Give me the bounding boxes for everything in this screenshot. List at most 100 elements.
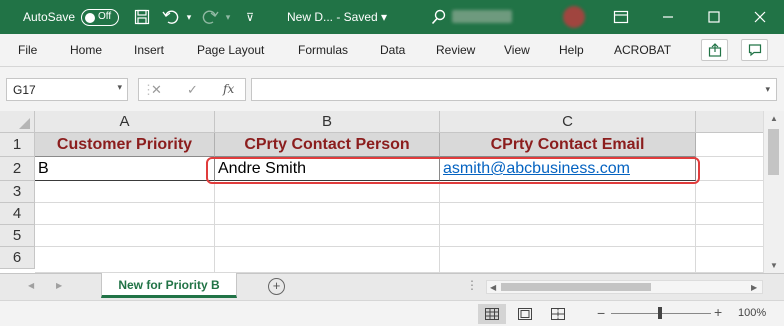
- cell-d2[interactable]: [696, 157, 763, 181]
- name-box[interactable]: G17 ▾: [6, 78, 128, 101]
- cell-a3[interactable]: [35, 181, 215, 203]
- row-header-3[interactable]: 3: [0, 181, 35, 203]
- cell-a6[interactable]: [35, 247, 215, 273]
- prev-sheet-icon[interactable]: ◀: [28, 281, 34, 290]
- avatar[interactable]: [563, 6, 585, 28]
- horizontal-scrollbar[interactable]: ◀ ▶: [486, 280, 763, 294]
- insert-function-icon[interactable]: fx: [223, 82, 234, 96]
- ribbon-tabs: File Home Insert Page Layout Formulas Da…: [0, 34, 784, 67]
- scroll-down-icon[interactable]: ▼: [770, 261, 778, 270]
- save-icon[interactable]: [133, 8, 151, 26]
- tab-home[interactable]: Home: [70, 43, 102, 57]
- email-link[interactable]: asmith@abcbusiness.com: [443, 160, 630, 177]
- tab-formulas[interactable]: Formulas: [298, 43, 348, 57]
- cell-d1[interactable]: [696, 133, 763, 157]
- cell-b1[interactable]: CPrty Contact Person: [215, 133, 440, 157]
- next-sheet-icon[interactable]: ▶: [56, 281, 62, 290]
- select-all-corner[interactable]: [0, 111, 35, 133]
- cell-c2[interactable]: asmith@abcbusiness.com: [440, 157, 696, 181]
- redo-dropdown-icon[interactable]: ▾: [219, 8, 237, 26]
- page-break-view-button[interactable]: [544, 304, 572, 324]
- search-icon[interactable]: [430, 8, 448, 26]
- tab-help[interactable]: Help: [559, 43, 584, 57]
- zoom-level[interactable]: 100%: [738, 307, 766, 319]
- enter-icon[interactable]: ✓: [187, 82, 198, 98]
- formula-buttons: ⋮ ✕ ✓ fx: [138, 78, 246, 101]
- status-bar: − + 100%: [0, 300, 784, 326]
- tab-acrobat[interactable]: ACROBAT: [614, 43, 671, 57]
- cell-b3[interactable]: [215, 181, 440, 203]
- row-header-4[interactable]: 4: [0, 203, 35, 225]
- document-title[interactable]: New D... - Saved ▾: [287, 10, 387, 24]
- row-header-5[interactable]: 5: [0, 225, 35, 247]
- scroll-up-icon[interactable]: ▲: [770, 114, 778, 123]
- cell-d3[interactable]: [696, 181, 763, 203]
- zoom-in-button[interactable]: +: [714, 304, 722, 320]
- ribbon-display-icon[interactable]: [612, 8, 630, 26]
- name-box-dropdown-icon[interactable]: ▾: [117, 82, 122, 93]
- vertical-scrollbar[interactable]: ▲ ▼: [763, 111, 784, 273]
- undo-icon[interactable]: [162, 8, 180, 26]
- cell-b4[interactable]: [215, 203, 440, 225]
- cell-a5[interactable]: [35, 225, 215, 247]
- undo-dropdown-icon[interactable]: ▾: [180, 8, 198, 26]
- cell-b2[interactable]: Andre Smith: [215, 157, 440, 181]
- tab-view[interactable]: View: [504, 43, 530, 57]
- cell-c4[interactable]: [440, 203, 696, 225]
- tab-insert[interactable]: Insert: [134, 43, 164, 57]
- cell-b5[interactable]: [215, 225, 440, 247]
- autosave-toggle[interactable]: Off: [81, 9, 119, 26]
- column-header-a[interactable]: A: [35, 111, 215, 133]
- name-box-value: G17: [13, 83, 36, 97]
- cancel-icon[interactable]: ✕: [151, 82, 162, 98]
- cell-c3[interactable]: [440, 181, 696, 203]
- cell-a4[interactable]: [35, 203, 215, 225]
- toggle-knob: [85, 12, 95, 23]
- formula-input[interactable]: ▾: [251, 78, 777, 101]
- cell-c6[interactable]: [440, 247, 696, 273]
- vertical-scroll-thumb[interactable]: [768, 129, 779, 175]
- title-bar: AutoSave Off ▾ ▾ ⊽ New D... - Saved ▾: [0, 0, 784, 34]
- worksheet-grid[interactable]: A B C 1 2 3 4 5 6 Customer Priority CPrt…: [0, 111, 763, 273]
- tab-file[interactable]: File: [18, 43, 37, 57]
- cell-a1[interactable]: Customer Priority: [35, 133, 215, 157]
- column-header-b[interactable]: B: [215, 111, 440, 133]
- tab-data[interactable]: Data: [380, 43, 405, 57]
- page-layout-view-button[interactable]: [511, 304, 539, 324]
- tab-split-handle-icon[interactable]: ⋮: [466, 278, 478, 292]
- title-dropdown-icon: ▾: [381, 10, 388, 24]
- cell-b6[interactable]: [215, 247, 440, 273]
- horizontal-scroll-thumb[interactable]: [501, 283, 651, 291]
- zoom-slider-knob[interactable]: [658, 307, 662, 319]
- maximize-button[interactable]: [691, 0, 737, 34]
- close-button[interactable]: [737, 0, 783, 34]
- zoom-out-button[interactable]: −: [597, 305, 605, 321]
- column-header-c[interactable]: C: [440, 111, 696, 133]
- cell-c5[interactable]: [440, 225, 696, 247]
- row-header-2[interactable]: 2: [0, 157, 35, 181]
- row-header-6[interactable]: 6: [0, 247, 35, 269]
- tab-page-layout[interactable]: Page Layout: [197, 43, 264, 57]
- minimize-button[interactable]: [645, 0, 691, 34]
- share-button[interactable]: [701, 39, 728, 61]
- customize-toolbar-icon[interactable]: ⊽: [241, 8, 259, 26]
- tab-review[interactable]: Review: [436, 43, 475, 57]
- user-name-blurred: [452, 10, 512, 23]
- redo-icon[interactable]: [201, 8, 219, 26]
- cell-d5[interactable]: [696, 225, 763, 247]
- row-header-1[interactable]: 1: [0, 133, 35, 157]
- cell-c1[interactable]: CPrty Contact Email: [440, 133, 696, 157]
- cell-a2[interactable]: B: [35, 157, 215, 181]
- sheet-tab-active[interactable]: New for Priority B: [101, 273, 237, 298]
- formula-bar: G17 ▾ ⋮ ✕ ✓ fx ▾: [0, 67, 784, 111]
- column-header-d[interactable]: [696, 111, 763, 133]
- normal-view-button[interactable]: [478, 304, 506, 324]
- expand-formula-bar-icon[interactable]: ▾: [765, 84, 770, 95]
- autosave-label: AutoSave: [23, 10, 76, 24]
- cell-d6[interactable]: [696, 247, 763, 273]
- scroll-right-icon[interactable]: ▶: [751, 283, 757, 292]
- scroll-left-icon[interactable]: ◀: [490, 283, 496, 292]
- comments-button[interactable]: [741, 39, 768, 61]
- cell-d4[interactable]: [696, 203, 763, 225]
- add-sheet-button[interactable]: +: [268, 278, 285, 295]
